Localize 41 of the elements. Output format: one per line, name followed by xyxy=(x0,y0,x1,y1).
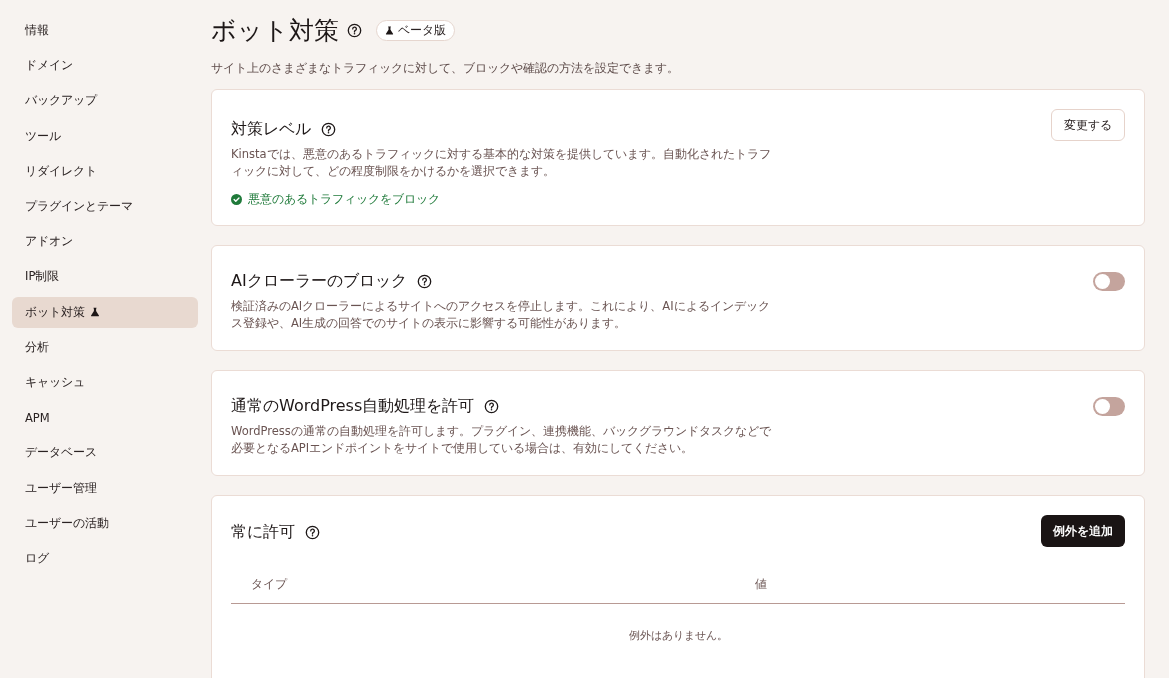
status-text: 悪意のあるトラフィックをブロック xyxy=(248,192,440,207)
section-title: 通常のWordPress自動処理を許可 xyxy=(231,396,475,417)
section-title: AIクローラーのブロック xyxy=(231,271,407,292)
add-exception-button[interactable]: 例外を追加 xyxy=(1041,515,1125,547)
section-description: Kinstaでは、悪意のあるトラフィックに対する基本的な対策を提供しています。自動化されたトラフィックに対して、どの程度制限をかけるかを選択できます。 xyxy=(231,146,772,180)
sidebar-item[interactable]: 情報 xyxy=(12,15,198,47)
help-icon[interactable] xyxy=(321,122,336,137)
help-icon[interactable] xyxy=(484,399,500,414)
toggle-switch[interactable] xyxy=(1093,397,1125,416)
sidebar-item[interactable]: バックアップ xyxy=(12,85,198,117)
sidebar-item[interactable]: ユーザーの活動 xyxy=(12,507,198,539)
section-title: 常に許可 xyxy=(231,522,295,543)
help-icon[interactable] xyxy=(347,23,362,38)
section-description: 検証済みのAIクローラーによるサイトへのアクセスを停止します。これにより、AIによるインデックス登録や、AI生成の回答でのサイトの表示に影響する可能性があります。 xyxy=(231,298,771,332)
sidebar-item[interactable]: リダイレクト xyxy=(12,155,198,187)
toggle-switch[interactable] xyxy=(1093,272,1125,291)
page-description: サイト上のさまざまなトラフィックに対して、ブロックや確認の方法を設定できます。 xyxy=(211,61,680,76)
check-circle-icon xyxy=(231,194,242,205)
sidebar-item[interactable]: 分析 xyxy=(12,331,198,363)
sidebar-item[interactable]: ユーザー管理 xyxy=(12,472,198,504)
sidebar-item[interactable]: ツール xyxy=(12,120,198,152)
flask-icon xyxy=(385,26,394,35)
sidebar-item[interactable]: プラグインとテーマ xyxy=(12,190,198,223)
sidebar-item[interactable]: ドメイン xyxy=(12,50,198,82)
sidebar-item[interactable]: キャッシュ xyxy=(12,366,198,399)
change-button[interactable]: 変更する xyxy=(1051,109,1125,141)
page-title: ボット対策 xyxy=(211,15,339,47)
column-header: 値 xyxy=(754,576,768,592)
empty-message: 例外はありません。 xyxy=(628,628,728,643)
sidebar-item[interactable]: IP制限 xyxy=(12,261,198,293)
section-title: 対策レベル xyxy=(231,119,311,140)
help-icon[interactable] xyxy=(305,525,320,540)
section-description: WordPressの通常の自動処理を許可します。プラグイン、連携機能、バックグラウンドタスクなどで必要となるAPIエンドポイントをサイトで使用している場合は、有効にしてください。 xyxy=(231,423,772,457)
sidebar-item[interactable]: ボット対策 xyxy=(12,296,198,328)
sidebar-item[interactable]: データベース xyxy=(12,437,198,469)
help-icon[interactable] xyxy=(416,274,432,289)
sidebar-item[interactable]: ログ xyxy=(12,542,198,574)
badge-label: ベータ版 xyxy=(398,23,446,38)
sidebar-item[interactable]: APM xyxy=(12,402,198,434)
sidebar-item[interactable]: アドオン xyxy=(12,226,198,258)
column-header: タイプ xyxy=(250,576,289,592)
